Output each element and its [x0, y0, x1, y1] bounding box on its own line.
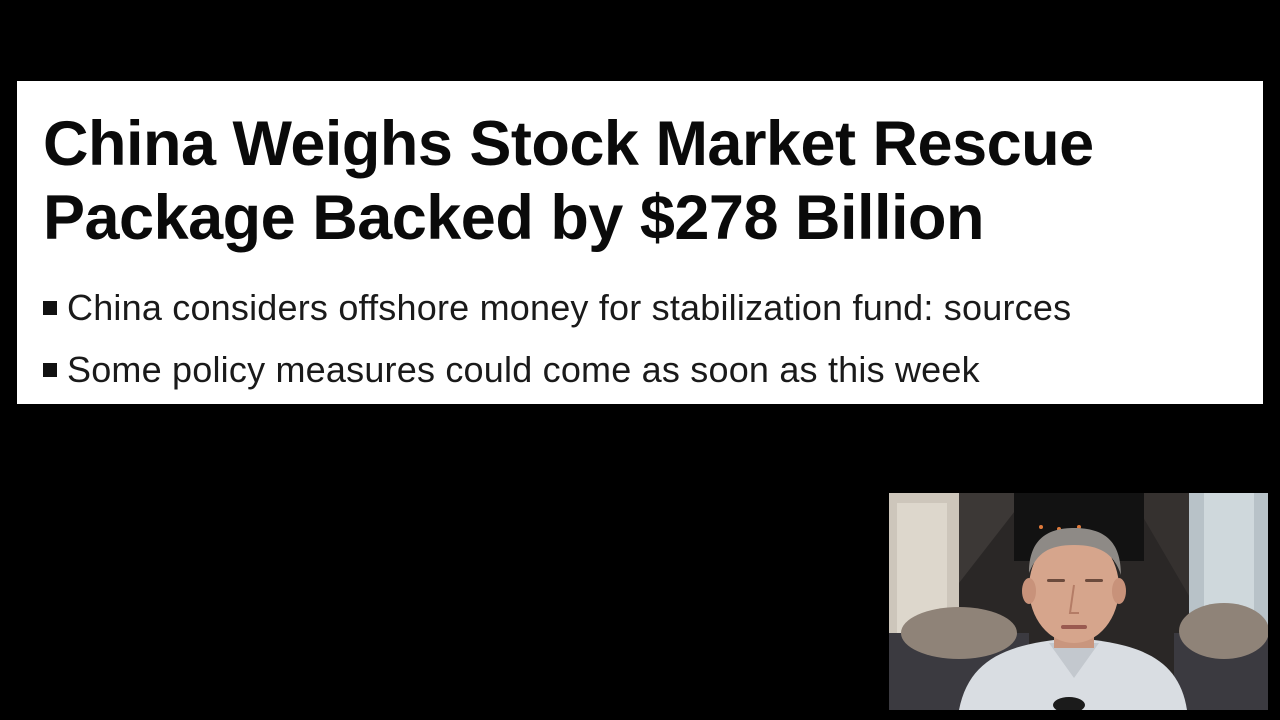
bullet-text: Some policy measures could come as soon …: [67, 349, 980, 390]
square-bullet-icon: [43, 363, 57, 377]
webcam-overlay: [889, 493, 1268, 710]
square-bullet-icon: [43, 301, 57, 315]
headline-card: China Weighs Stock Market Rescue Package…: [17, 81, 1263, 404]
headline-line-1: China Weighs Stock Market Rescue: [43, 109, 1094, 179]
bullet-item: Some policy measures could come as soon …: [43, 339, 1235, 401]
bullet-item: China considers offshore money for stabi…: [43, 277, 1235, 339]
bullet-list: China considers offshore money for stabi…: [43, 277, 1235, 401]
headline: China Weighs Stock Market Rescue Package…: [43, 107, 1235, 255]
presenter-video-frame: [889, 493, 1268, 710]
headline-line-2: Package Backed by $278 Billion: [43, 183, 984, 253]
bullet-text: China considers offshore money for stabi…: [67, 287, 1072, 328]
